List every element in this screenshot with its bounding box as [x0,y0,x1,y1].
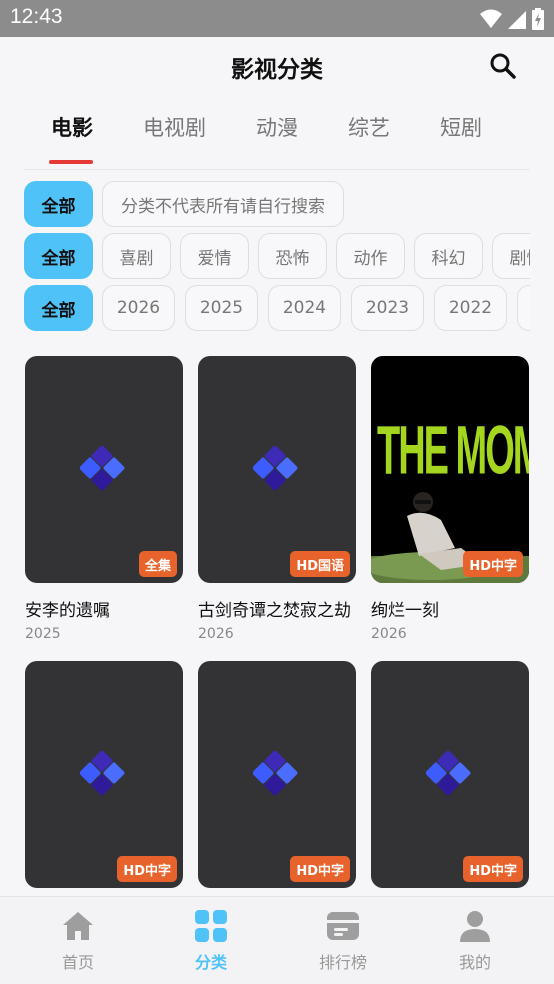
filter-year-2025[interactable]: 2025 [185,285,258,331]
poster-placeholder: HD中字 [371,661,529,888]
category-icon [195,910,227,942]
placeholder-logo-icon [253,751,298,796]
signal-icon [508,11,526,29]
tab-tv[interactable]: 电视剧 [143,112,206,142]
quality-badge: HD国语 [290,551,350,577]
home-icon [63,912,93,940]
movie-title: 安李的遗嘱 [25,601,110,621]
nav-home[interactable]: 首页 [28,909,128,973]
placeholder-logo-icon [80,446,125,491]
profile-icon [460,911,490,942]
placeholder-logo-icon [80,751,125,796]
poster-placeholder: HD国语 [198,356,356,583]
page-title: 影视分类 [231,57,323,83]
quality-badge: HD中字 [463,856,523,882]
tab-active-indicator [49,160,93,164]
filter-year-2022[interactable]: 2022 [434,285,507,331]
filter-genre-drama[interactable]: 剧情 [492,233,530,279]
filter-year-2023[interactable]: 2023 [351,285,424,331]
poster-placeholder: 全集 [25,356,183,583]
quality-badge: HD中字 [290,856,350,882]
tab-anime[interactable]: 动漫 [256,112,298,142]
filter-genre-comedy[interactable]: 喜剧 [102,233,171,279]
poster-image: THE MOMENT HD中字 [371,356,529,583]
status-time: 12:43 [10,5,63,28]
ranking-icon [327,912,359,940]
quality-badge: HD中字 [463,551,523,577]
movie-title: 绚烂一刻 [371,601,439,621]
header: 影视分类 [0,37,554,95]
filter-all-year[interactable]: 全部 [24,285,93,331]
tab-movie[interactable]: 电影 [51,112,93,142]
poster-placeholder: HD中字 [198,661,356,888]
poster-placeholder: HD中字 [25,661,183,888]
nav-ranking-label: 排行榜 [318,953,367,972]
filter-genre-romance[interactable]: 爱情 [180,233,249,279]
quality-badge: HD中字 [117,856,177,882]
placeholder-logo-icon [426,751,471,796]
filter-row-genre: 全部 喜剧 爱情 恐怖 动作 科幻 剧情 [24,233,530,281]
filter-all-type[interactable]: 全部 [24,181,93,227]
status-bar: 12:43 [0,0,554,37]
filter-year-2026[interactable]: 2026 [102,285,175,331]
tab-short-drama[interactable]: 短剧 [440,112,482,142]
filter-genre-scifi[interactable]: 科幻 [414,233,483,279]
filter-genre-horror[interactable]: 恐怖 [258,233,327,279]
battery-icon [532,8,544,30]
movie-year: 2026 [198,626,234,642]
nav-category-label: 分类 [194,953,227,972]
nav-category[interactable]: 分类 [161,909,261,973]
search-button[interactable] [488,51,518,81]
nav-profile-label: 我的 [458,953,491,972]
filter-row-type: 全部 分类不代表所有请自行搜索 [24,181,530,229]
filter-year-2021[interactable]: 2021 [517,285,530,331]
search-icon [490,53,516,79]
nav-ranking[interactable]: 排行榜 [293,909,393,973]
nav-home-label: 首页 [61,953,94,972]
wifi-icon [480,9,502,28]
filter-all-genre[interactable]: 全部 [24,233,93,279]
filter-hint[interactable]: 分类不代表所有请自行搜索 [102,181,344,227]
bottom-nav: 首页 分类 排行榜 我的 [0,896,554,984]
status-icons [480,8,544,30]
divider [24,169,530,170]
filter-row-year: 全部 2026 2025 2024 2023 2022 2021 [24,285,530,333]
category-tabs: 电影 电视剧 动漫 综艺 短剧 [28,100,526,170]
placeholder-logo-icon [253,446,298,491]
filter-year-2024[interactable]: 2024 [268,285,341,331]
nav-profile[interactable]: 我的 [425,909,525,973]
movie-title: 古剑奇谭之焚寂之劫 [198,601,351,621]
tab-variety[interactable]: 综艺 [348,112,390,142]
movie-year: 2025 [25,626,61,642]
movie-year: 2026 [371,626,407,642]
quality-badge: 全集 [138,551,177,577]
filter-genre-action[interactable]: 动作 [336,233,405,279]
